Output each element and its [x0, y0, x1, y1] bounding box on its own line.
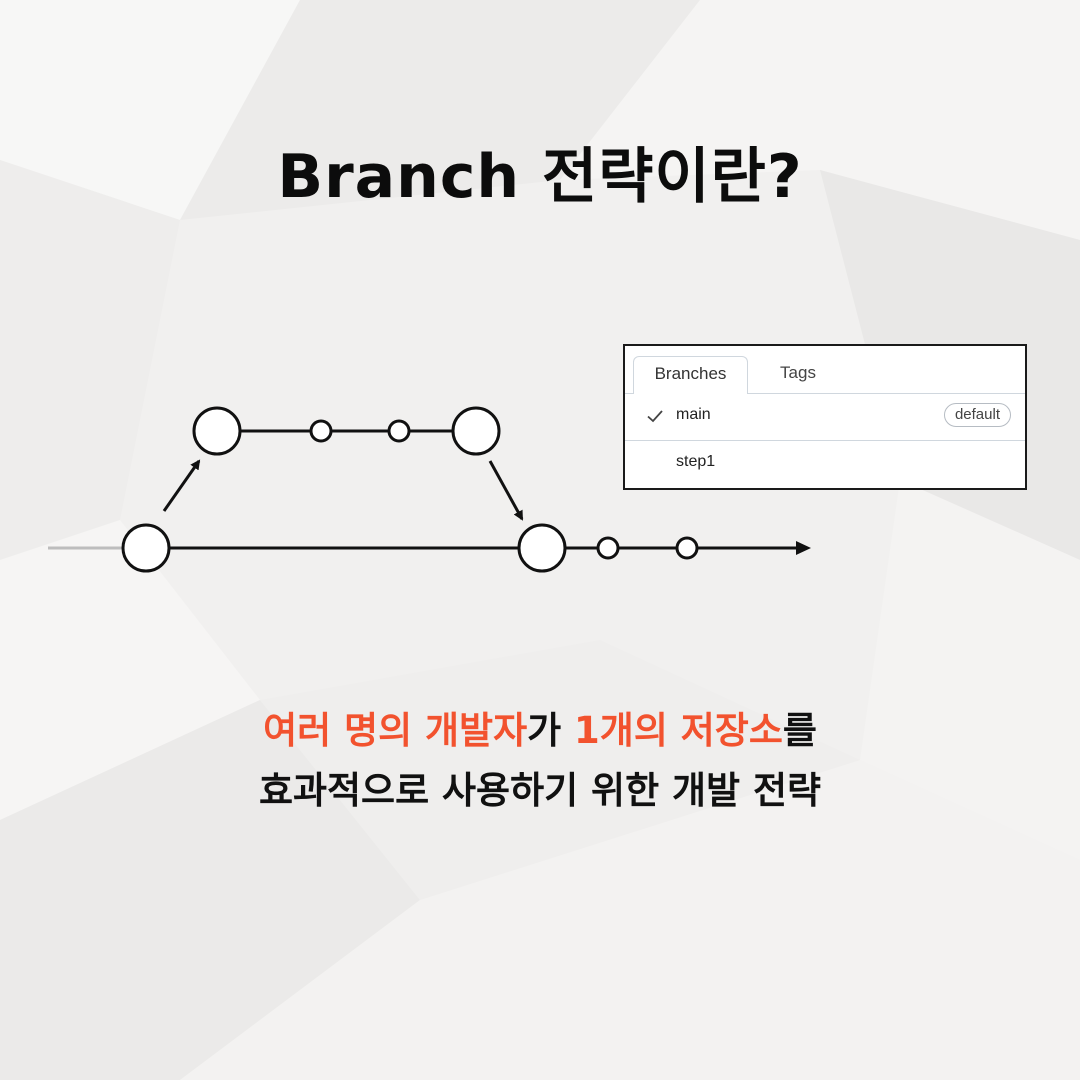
branch-name: main: [676, 406, 711, 423]
default-badge: default: [943, 403, 1011, 427]
branch-name: step1: [676, 453, 716, 470]
main-small-commit-node: [675, 536, 699, 560]
description-text: 를: [782, 709, 817, 752]
description-line-1: 여러 명의 개발자가 1개의 저장소를: [0, 700, 1080, 754]
main-small-commit-node: [596, 536, 620, 560]
branch-selector-panel: Branches Tags main default step1: [623, 344, 1027, 490]
tab-branches[interactable]: Branches: [633, 356, 748, 394]
check-icon: [647, 410, 663, 423]
branch-diagram: [48, 406, 811, 573]
branch-item-main[interactable]: main default: [625, 394, 1025, 441]
highlight-text: 1개의 저장소: [574, 709, 783, 752]
branch-tabs: Branches Tags: [633, 356, 1025, 394]
description-text: 가: [527, 709, 575, 752]
branch-out-arrow: [162, 459, 201, 512]
highlight-text: 여러 명의 개발자: [263, 709, 528, 752]
tab-tags[interactable]: Tags: [773, 356, 823, 394]
main-arrow-head: [796, 541, 811, 555]
branch-item-step1[interactable]: step1: [625, 441, 1025, 487]
main-commit-node: [121, 523, 171, 573]
feature-end-node: [451, 406, 501, 456]
feature-start-node: [192, 406, 242, 456]
description-line-2: 효과적으로 사용하기 위한 개발 전략: [258, 769, 822, 812]
feature-small-commit-node: [309, 419, 333, 443]
merge-commit-node: [517, 523, 567, 573]
feature-small-commit-node: [387, 419, 411, 443]
merge-arrow: [488, 460, 524, 521]
